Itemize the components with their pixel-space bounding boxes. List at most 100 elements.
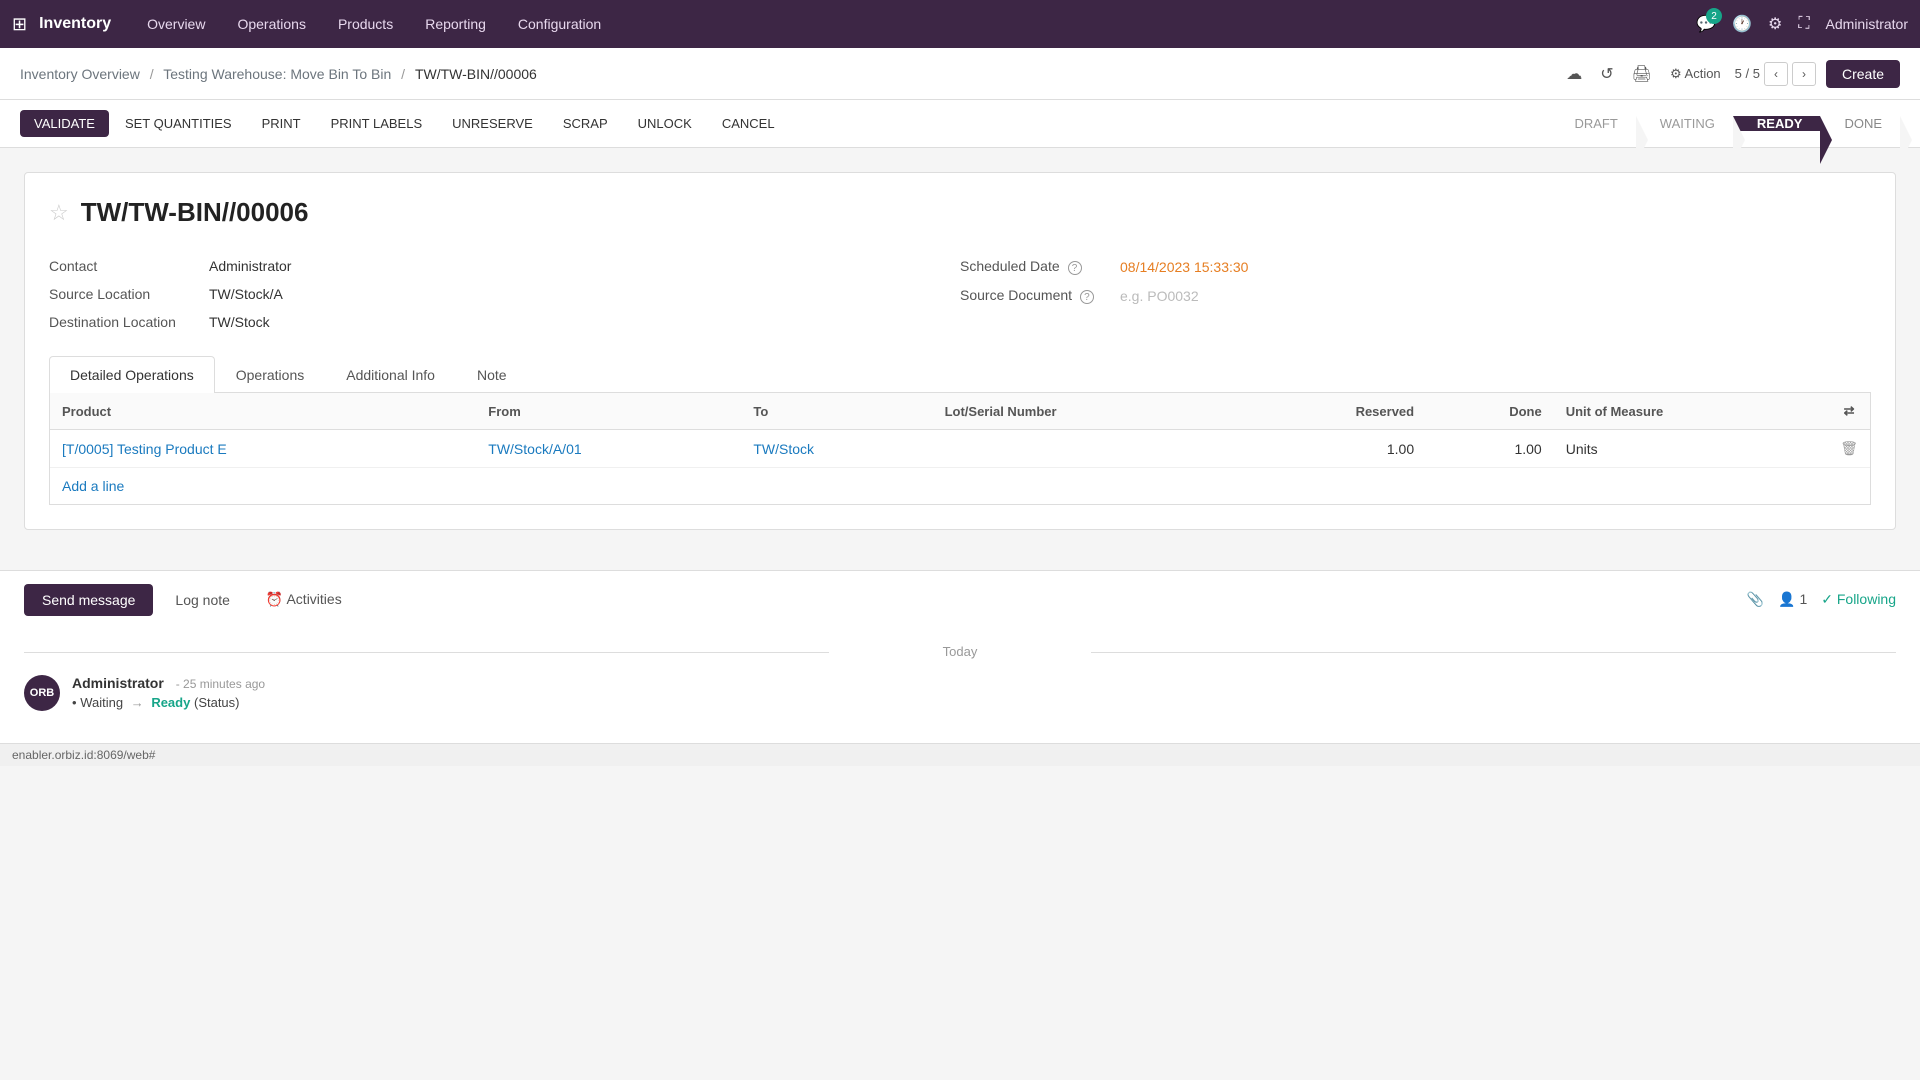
breadcrumb-sep-1: / — [150, 66, 154, 82]
favorite-icon[interactable]: ☆ — [49, 200, 69, 226]
message-author: Administrator — [72, 675, 164, 691]
status-ready: READY — [1733, 116, 1821, 131]
col-settings-icon[interactable]: ⇄ — [1828, 393, 1870, 430]
print-labels-button[interactable]: PRINT LABELS — [317, 110, 437, 137]
activities-button[interactable]: ⏰ Activities — [252, 583, 356, 616]
set-quantities-button[interactable]: SET QUANTITIES — [111, 110, 246, 137]
col-unit: Unit of Measure — [1554, 393, 1829, 430]
admin-name[interactable]: Administrator — [1826, 16, 1908, 32]
right-fields: Scheduled Date ? 08/14/2023 15:33:30 Sou… — [960, 252, 1871, 336]
tabs: Detailed Operations Operations Additiona… — [49, 356, 1871, 393]
message-content: Administrator - 25 minutes ago • Waiting… — [72, 675, 1896, 711]
status-bar: DRAFT WAITING READY DONE — [1556, 100, 1900, 148]
action-icon[interactable]: ⚙ Action — [1666, 62, 1725, 86]
col-done: Done — [1426, 393, 1554, 430]
breadcrumb-warehouse[interactable]: Testing Warehouse: Move Bin To Bin — [163, 66, 391, 82]
add-line-button[interactable]: Add a line — [50, 468, 1870, 504]
unreserve-button[interactable]: UNRESERVE — [438, 110, 547, 137]
messages-icon[interactable]: 💬 2 — [1696, 14, 1716, 34]
print-button[interactable]: PRINT — [248, 110, 315, 137]
nav-products[interactable]: Products — [326, 16, 405, 32]
from-link[interactable]: TW/Stock/A/01 — [488, 441, 581, 457]
tab-operations[interactable]: Operations — [215, 356, 325, 393]
attachment-icon[interactable]: 📎 — [1747, 591, 1764, 608]
breadcrumb-inventory[interactable]: Inventory Overview — [20, 66, 140, 82]
cell-unit: Units — [1554, 430, 1829, 468]
chatter-content: Today ORB Administrator - 25 minutes ago… — [0, 628, 1920, 743]
messages-badge: 2 — [1706, 8, 1722, 24]
col-from: From — [476, 393, 741, 430]
next-button[interactable]: › — [1792, 62, 1816, 86]
status-from: • — [72, 695, 77, 710]
contact-field: Contact Administrator — [49, 252, 960, 280]
scheduled-date-help[interactable]: ? — [1068, 261, 1082, 275]
nav-operations[interactable]: Operations — [225, 16, 317, 32]
scheduled-date-label: Scheduled Date ? — [960, 258, 1120, 275]
contact-label: Contact — [49, 258, 209, 274]
following-button[interactable]: ✓ Following — [1821, 591, 1896, 608]
nav-right: 💬 2 🕐 ⚙ ⛶ Administrator — [1696, 14, 1908, 34]
delete-row-icon[interactable]: 🗑 — [1840, 440, 1858, 456]
header-actions: ☁ ↺ 🖨 ⚙ Action 5 / 5 ‹ › Create — [1562, 60, 1900, 88]
form-card: ☆ TW/TW-BIN//00006 Contact Administrator… — [24, 172, 1896, 530]
settings-icon[interactable]: ⚙ — [1768, 14, 1782, 34]
status-draft: DRAFT — [1556, 116, 1635, 131]
cell-lot — [933, 430, 1240, 468]
scheduled-date-field: Scheduled Date ? 08/14/2023 15:33:30 — [960, 252, 1871, 281]
follower-info[interactable]: 👤 1 — [1778, 591, 1807, 608]
pagination-display: 5 / 5 — [1735, 66, 1760, 81]
col-product: Product — [50, 393, 476, 430]
source-document-help[interactable]: ? — [1080, 290, 1094, 304]
cell-to: TW/Stock — [741, 430, 932, 468]
scheduled-date-value[interactable]: 08/14/2023 15:33:30 — [1120, 259, 1248, 275]
destination-location-value[interactable]: TW/Stock — [209, 314, 270, 330]
nav-reporting[interactable]: Reporting — [413, 16, 498, 32]
breadcrumb-bar: Inventory Overview / Testing Warehouse: … — [0, 48, 1920, 100]
cancel-button[interactable]: CANCEL — [708, 110, 789, 137]
nav-configuration[interactable]: Configuration — [506, 16, 613, 32]
tab-detailed-operations[interactable]: Detailed Operations — [49, 356, 215, 393]
scrap-button[interactable]: SCRAP — [549, 110, 622, 137]
message-header: Administrator - 25 minutes ago — [72, 675, 1896, 691]
product-link[interactable]: [T/0005] Testing Product E — [62, 441, 227, 457]
record-name: TW/TW-BIN//00006 — [81, 197, 309, 228]
prev-button[interactable]: ‹ — [1764, 62, 1788, 86]
left-fields: Contact Administrator Source Location TW… — [49, 252, 960, 336]
table-container: Product From To Lot/Serial Number Reserv… — [49, 393, 1871, 505]
screen-icon[interactable]: ⛶ — [1798, 15, 1809, 33]
destination-location-label: Destination Location — [49, 314, 209, 330]
app-name[interactable]: Inventory — [39, 15, 111, 33]
cloud-icon[interactable]: ☁ — [1562, 60, 1586, 88]
operations-table: Product From To Lot/Serial Number Reserv… — [50, 393, 1870, 468]
status-waiting: WAITING — [1636, 116, 1733, 131]
send-message-button[interactable]: Send message — [24, 584, 153, 616]
source-document-value[interactable]: e.g. PO0032 — [1120, 288, 1199, 304]
grid-icon[interactable]: ⊞ — [12, 14, 27, 35]
nav-overview[interactable]: Overview — [135, 16, 217, 32]
create-button[interactable]: Create — [1826, 60, 1900, 88]
main-content: ☆ TW/TW-BIN//00006 Contact Administrator… — [0, 148, 1920, 570]
cell-reserved: 1.00 — [1240, 430, 1426, 468]
chatter-bar: Send message Log note ⏰ Activities 📎 👤 1… — [0, 570, 1920, 628]
toolbar: VALIDATE SET QUANTITIES PRINT PRINT LABE… — [0, 100, 1920, 148]
refresh-icon[interactable]: ↺ — [1596, 60, 1617, 88]
print-header-icon[interactable]: 🖨 — [1628, 60, 1656, 88]
log-note-button[interactable]: Log note — [161, 584, 244, 616]
source-location-field: Source Location TW/Stock/A — [49, 280, 960, 308]
unlock-button[interactable]: UNLOCK — [624, 110, 706, 137]
to-link[interactable]: TW/Stock — [753, 441, 814, 457]
source-document-field: Source Document ? e.g. PO0032 — [960, 281, 1871, 310]
cell-done[interactable]: 1.00 — [1426, 430, 1554, 468]
message-time: - 25 minutes ago — [176, 677, 265, 691]
destination-location-field: Destination Location TW/Stock — [49, 308, 960, 336]
validate-button[interactable]: VALIDATE — [20, 110, 109, 137]
source-location-value[interactable]: TW/Stock/A — [209, 286, 283, 302]
contact-value[interactable]: Administrator — [209, 258, 291, 274]
tab-note[interactable]: Note — [456, 356, 528, 393]
chatter-message: ORB Administrator - 25 minutes ago • Wai… — [24, 675, 1896, 711]
clock-icon[interactable]: 🕐 — [1732, 14, 1752, 34]
breadcrumb-sep-2: / — [401, 66, 405, 82]
cell-delete[interactable]: 🗑 — [1828, 430, 1870, 468]
table-header-row: Product From To Lot/Serial Number Reserv… — [50, 393, 1870, 430]
tab-additional-info[interactable]: Additional Info — [325, 356, 456, 393]
